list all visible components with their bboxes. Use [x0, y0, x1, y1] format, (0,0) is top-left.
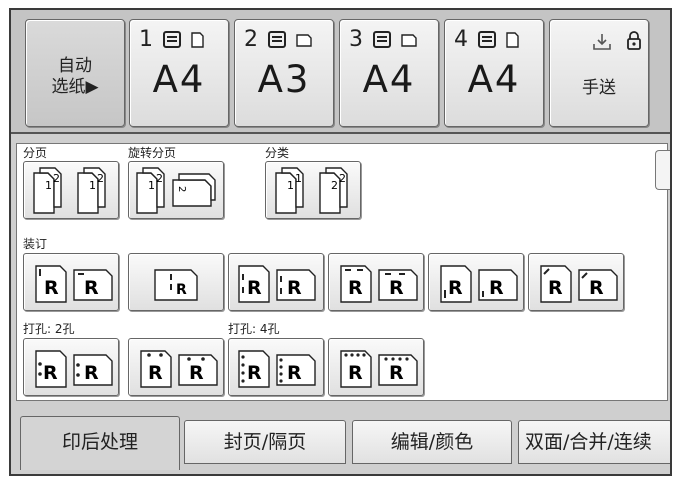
page-glyph: R — [44, 277, 59, 299]
tray-2-button[interactable]: 2 A3 — [234, 19, 334, 127]
staple-top-two-icon: R R — [340, 265, 418, 303]
lock-icon — [627, 31, 641, 50]
landscape-paper-icon — [296, 34, 312, 47]
page-number: 2 — [156, 172, 163, 185]
tray-paper-size: A4 — [362, 58, 416, 101]
page-number: 2 — [53, 172, 60, 185]
punch-2-left-button[interactable]: R R — [23, 338, 119, 396]
staple-top-right-icon: R — [154, 269, 198, 301]
paper-stack-icon — [163, 31, 181, 48]
tab-cover-slip-sheet[interactable]: 封页/隔页 — [184, 420, 346, 464]
page-glyph: R — [348, 277, 363, 299]
page-glyph: R — [348, 362, 363, 384]
page-number: 1 — [295, 172, 302, 185]
tray-4-button[interactable]: 4 A4 — [444, 19, 544, 127]
page-glyph: R — [84, 362, 99, 384]
page-glyph: R — [589, 277, 604, 299]
bypass-tray-icon — [593, 34, 611, 50]
rotate-sort-label: 旋转分页 — [128, 146, 177, 160]
staple-left-two-button[interactable]: R R — [228, 253, 324, 311]
tab-finishing[interactable]: 印后处理 — [20, 416, 180, 470]
staple-slant-button[interactable]: R R — [528, 253, 624, 311]
staple-top-two-button[interactable]: R R — [328, 253, 424, 311]
tray-paper-size: A3 — [257, 58, 311, 101]
page-glyph: R — [489, 277, 504, 299]
punch-4-left-icon: R R — [238, 350, 316, 388]
tray-paper-size: A4 — [467, 58, 521, 101]
staple-label: 装订 — [23, 237, 48, 251]
tray-number: 2 — [244, 27, 258, 52]
tray-number: 4 — [454, 27, 468, 52]
function-tab-bar: 印后处理 封页/隔页 编辑/颜色 双面/合并/连续 — [16, 408, 670, 470]
rotate-sort-button[interactable]: 1 2 2 — [128, 161, 224, 219]
paper-tray-strip: 自动 选纸▶ 1 A4 2 A3 3 A4 4 A4 手送 — [11, 10, 670, 134]
tray-number: 3 — [349, 27, 363, 52]
tab-edit-color[interactable]: 编辑/颜色 — [352, 420, 512, 464]
staple-bottom-icon: R R — [440, 265, 518, 303]
stack-button[interactable]: 1 1 2 2 — [265, 161, 361, 219]
page-glyph: R — [389, 362, 404, 384]
auto-select-label-line1: 自动 — [58, 56, 92, 76]
sort-label: 分页 — [23, 146, 48, 160]
stack-icon: 1 1 2 2 — [275, 167, 348, 214]
page-number: 1 — [45, 179, 52, 192]
auto-select-label-line2: 选纸▶ — [51, 77, 99, 97]
copier-screen: 自动 选纸▶ 1 A4 2 A3 3 A4 4 A4 手送 分页 旋转分页 分类… — [9, 8, 672, 476]
page-number: 1 — [148, 179, 155, 192]
sort-button[interactable]: 1 2 1 2 — [23, 161, 119, 219]
staple-top-right-button[interactable]: R — [128, 253, 224, 311]
tray-paper-size: A4 — [152, 58, 206, 101]
punch-4-hole-label: 打孔: 4孔 — [228, 322, 280, 336]
page-glyph: R — [287, 277, 302, 299]
staple-top-left-button[interactable]: R R — [23, 253, 119, 311]
page-glyph: R — [43, 362, 58, 384]
paper-stack-icon — [268, 31, 286, 48]
scroll-handle[interactable] — [655, 150, 670, 190]
punch-2-top-icon: R R — [140, 350, 218, 388]
page-glyph: R — [247, 277, 262, 299]
page-glyph: R — [287, 362, 302, 384]
staple-slant-icon: R R — [540, 265, 618, 303]
punch-4-left-button[interactable]: R R — [228, 338, 324, 396]
staple-left-two-icon: R R — [238, 265, 316, 303]
tab-duplex-combine-series[interactable]: 双面/合并/连续 — [518, 420, 670, 464]
page-number: 2 — [97, 172, 104, 185]
punch-2-top-button[interactable]: R R — [128, 338, 224, 396]
rotate-sort-icon: 1 2 2 — [136, 167, 216, 214]
page-glyph: R — [176, 282, 187, 298]
page-glyph: R — [189, 362, 204, 384]
punch-2-hole-label: 打孔: 2孔 — [23, 322, 75, 336]
landscape-paper-icon — [401, 34, 417, 47]
page-number: 2 — [176, 186, 187, 192]
page-number: 1 — [287, 179, 294, 192]
paper-stack-icon — [478, 31, 496, 48]
page-glyph: R — [148, 362, 163, 384]
paper-stack-icon — [373, 31, 391, 48]
finishing-options-panel: 分页 旋转分页 分类 1 2 1 2 1 2 2 1 1 2 2 装订 R R … — [16, 143, 670, 401]
punch-4-top-icon: R R — [340, 350, 418, 388]
tray-number: 1 — [139, 27, 153, 52]
page-glyph: R — [389, 277, 404, 299]
page-glyph: R — [247, 362, 262, 384]
portrait-paper-icon — [191, 32, 204, 48]
sort-icon: 1 2 1 2 — [33, 167, 106, 214]
page-glyph: R — [448, 277, 463, 299]
staple-top-left-icon: R R — [35, 265, 113, 303]
page-glyph: R — [548, 277, 563, 299]
page-number: 2 — [331, 179, 338, 192]
bypass-tray-label: 手送 — [582, 78, 616, 98]
page-number: 2 — [339, 172, 346, 185]
staple-bottom-button[interactable]: R R — [428, 253, 524, 311]
auto-paper-select-label: 自动 选纸▶ — [26, 56, 124, 98]
tray-3-button[interactable]: 3 A4 — [339, 19, 439, 127]
page-glyph: R — [84, 277, 99, 299]
page-number: 1 — [89, 179, 96, 192]
punch-4-top-button[interactable]: R R — [328, 338, 424, 396]
bypass-tray-button[interactable]: 手送 — [549, 19, 649, 127]
auto-paper-select-button[interactable]: 自动 选纸▶ — [25, 19, 125, 127]
stack-label: 分类 — [265, 146, 290, 160]
tray-1-button[interactable]: 1 A4 — [129, 19, 229, 127]
portrait-paper-icon — [506, 32, 519, 48]
punch-2-left-icon: R R — [35, 350, 113, 388]
